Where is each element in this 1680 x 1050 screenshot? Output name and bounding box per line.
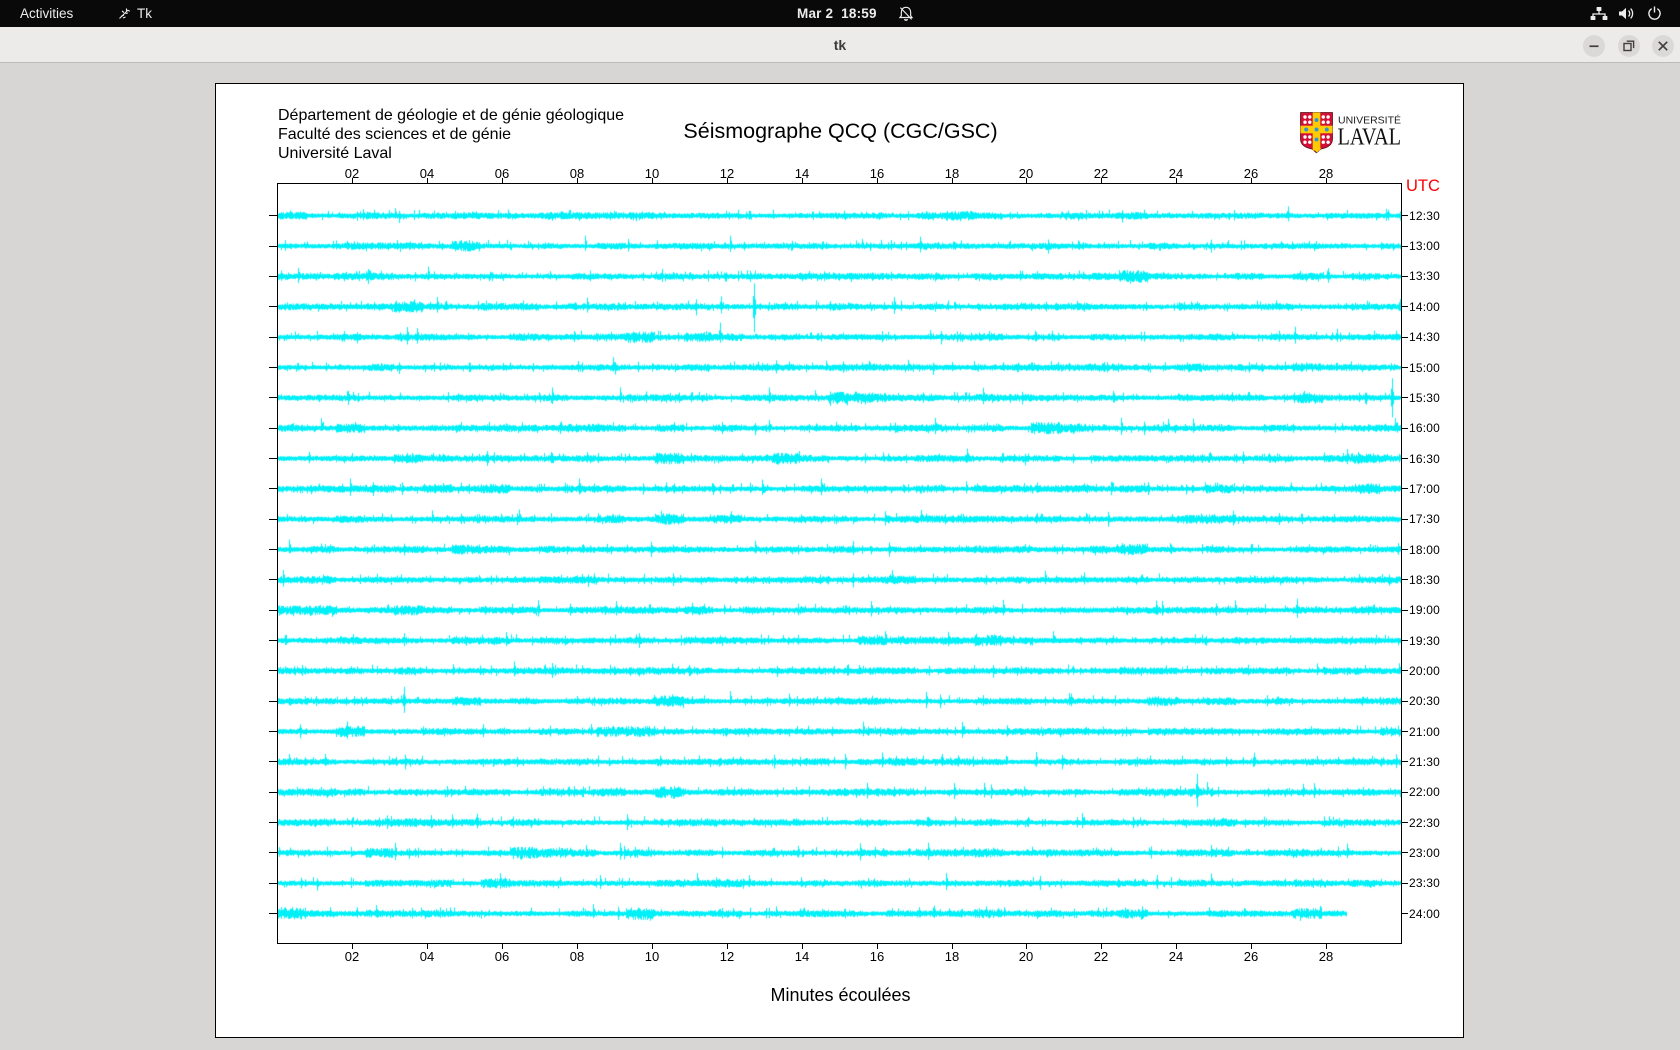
svg-text:LAVAL: LAVAL bbox=[1338, 125, 1402, 151]
